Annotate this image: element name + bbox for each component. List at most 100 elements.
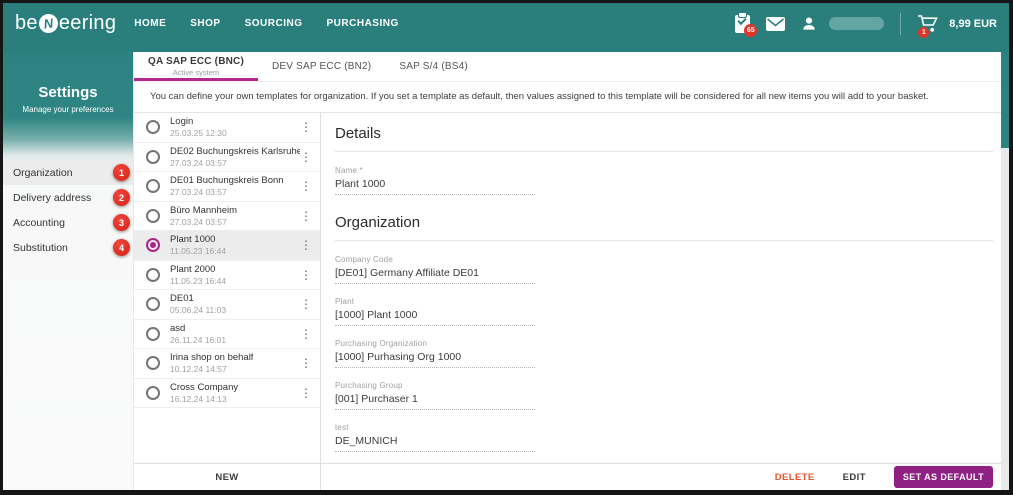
template-name: Login	[170, 116, 194, 128]
template-row-cross-company[interactable]: Cross Company 16.12.24 14:13 ⋮	[134, 379, 320, 408]
settings-sidebar: Settings Manage your preferences Organiz…	[3, 52, 133, 490]
purchasing-group-field[interactable]: Purchasing Group [001] Purchaser 1	[335, 381, 535, 410]
template-row-asd[interactable]: asd 26.11.24 16:01 ⋮	[134, 320, 320, 349]
tasks-button[interactable]: 65	[735, 12, 758, 37]
field-label: Purchasing Group	[335, 381, 403, 390]
tab-label: DEV SAP ECC (BN2)	[271, 61, 372, 72]
tab-label: QA SAP ECC (BNC)	[148, 56, 244, 67]
template-row-de01-bonn[interactable]: DE01 Buchungskreis Bonn 27.03.24 03:57 ⋮	[134, 172, 320, 202]
scrollbar-thumb[interactable]	[1001, 52, 1009, 148]
kebab-menu-icon[interactable]: ⋮	[300, 269, 312, 281]
kebab-menu-icon[interactable]: ⋮	[300, 387, 312, 399]
app-window: be N eering HOME SHOP SOURCING PURCHASIN…	[0, 0, 1013, 495]
sidebar-menu: Organization 1 Delivery address 2 Accoun…	[3, 160, 133, 260]
cart-button[interactable]: 1	[917, 14, 939, 38]
kebab-menu-icon[interactable]: ⋮	[300, 239, 312, 251]
active-tab-indicator	[134, 78, 258, 81]
template-row-plant-1000[interactable]: Plant 1000 11.05.23 16:44 ⋮	[134, 231, 320, 261]
delete-button[interactable]: DELETE	[775, 472, 815, 483]
template-date: 11.05.23 16:44	[170, 246, 227, 257]
template-date: 05.06.24 11:03	[170, 305, 227, 316]
nav-home[interactable]: HOME	[134, 18, 166, 29]
annotation-badge-2: 2	[113, 189, 130, 206]
template-row-de01[interactable]: DE01 05.06.24 11:03 ⋮	[134, 290, 320, 320]
edit-button[interactable]: EDIT	[843, 472, 866, 483]
envelope-icon	[766, 16, 786, 31]
name-field-label: Name *	[335, 166, 363, 175]
radio-unselected[interactable]	[146, 208, 160, 223]
topbar-actions: 65 1 8,99 EUR	[735, 12, 997, 38]
kebab-menu-icon[interactable]: ⋮	[300, 298, 312, 310]
page-scrollbar[interactable]	[1001, 52, 1009, 490]
radio-unselected[interactable]	[146, 267, 160, 282]
field-label: Company Code	[335, 255, 393, 264]
radio-unselected[interactable]	[146, 356, 160, 371]
sidebar-item-substitution[interactable]: Substitution 4	[3, 235, 133, 260]
main-nav: HOME SHOP SOURCING PURCHASING	[134, 18, 398, 29]
tasks-count-badge: 65	[744, 23, 758, 37]
kebab-menu-icon[interactable]: ⋮	[300, 151, 312, 163]
template-name: asd	[170, 322, 186, 334]
sidebar-item-organization[interactable]: Organization 1	[3, 160, 133, 185]
template-name: DE02 Buchungskreis Karlsruhe	[170, 145, 300, 157]
kebab-menu-icon[interactable]: ⋮	[300, 210, 312, 222]
field-label: test	[335, 423, 349, 432]
templates-content: Login 25.03.25 12:30 ⋮ DE02 Buchungskreis…	[134, 113, 1001, 463]
details-action-bar: DELETE EDIT SET AS DEFAULT	[321, 464, 1001, 490]
account-button[interactable]	[801, 16, 817, 32]
plant-field[interactable]: Plant [1000] Plant 1000	[335, 297, 535, 326]
tab-sap-s4-bs4[interactable]: SAP S/4 (BS4)	[385, 52, 482, 81]
purchasing-organization-field[interactable]: Purchasing Organization [1000] Purhasing…	[335, 339, 535, 368]
tab-dev-sap-ecc-bn2[interactable]: DEV SAP ECC (BN2)	[258, 52, 385, 81]
template-name: DE01 Buchungskreis Bonn	[170, 175, 284, 187]
radio-unselected[interactable]	[146, 149, 160, 164]
messages-button[interactable]	[766, 16, 786, 31]
field-value: [DE01] Germany Affiliate DE01	[335, 267, 479, 279]
tab-label: SAP S/4 (BS4)	[399, 61, 468, 72]
kebab-menu-icon[interactable]: ⋮	[300, 328, 312, 340]
template-row-plant-2000[interactable]: Plant 2000 11.05.23 16:44 ⋮	[134, 261, 320, 290]
nav-sourcing[interactable]: SOURCING	[245, 18, 303, 29]
template-details: Details Name * Plant 1000 Organization C…	[321, 113, 1001, 463]
set-as-default-button[interactable]: SET AS DEFAULT	[893, 466, 993, 488]
test-field[interactable]: test DE_MUNICH	[335, 423, 535, 452]
nav-purchasing[interactable]: PURCHASING	[327, 18, 399, 29]
radio-selected[interactable]	[146, 238, 160, 253]
tab-qa-sap-ecc-bnc[interactable]: QA SAP ECC (BNC) Active system	[134, 52, 258, 81]
template-row-irina-shop-on-behalf[interactable]: Irina shop on behalf 10.12.24 14:57 ⋮	[134, 349, 320, 379]
main-panel: QA SAP ECC (BNC) Active system DEV SAP E…	[133, 52, 1001, 490]
template-row-de02-karlsruhe[interactable]: DE02 Buchungskreis Karlsruhe 27.03.24 03:…	[134, 143, 320, 172]
field-value: [001] Purchaser 1	[335, 393, 418, 405]
nav-shop[interactable]: SHOP	[190, 18, 220, 29]
field-label: Plant	[335, 297, 355, 306]
radio-unselected[interactable]	[146, 179, 160, 194]
cart-count-badge: 1	[918, 27, 930, 38]
template-row-buero-mannheim[interactable]: Büro Mannheim 27.03.24 03:57 ⋮	[134, 202, 320, 231]
template-list: Login 25.03.25 12:30 ⋮ DE02 Buchungskreis…	[134, 113, 321, 463]
list-action-bar: NEW	[134, 464, 321, 490]
field-value: DE_MUNICH	[335, 435, 398, 447]
sidebar-item-accounting[interactable]: Accounting 3	[3, 210, 133, 235]
logo[interactable]: be N eering	[15, 12, 116, 35]
cart-total: 8,99 EUR	[949, 17, 997, 30]
radio-unselected[interactable]	[146, 385, 160, 400]
template-name: Büro Mannheim	[170, 204, 238, 216]
kebab-menu-icon[interactable]: ⋮	[300, 121, 312, 133]
radio-unselected[interactable]	[146, 120, 160, 135]
new-button[interactable]: NEW	[215, 472, 238, 483]
radio-unselected[interactable]	[146, 297, 160, 312]
logo-text-pre: be	[15, 12, 38, 34]
company-code-field[interactable]: Company Code [DE01] Germany Affiliate DE…	[335, 255, 535, 284]
template-row-login[interactable]: Login 25.03.25 12:30 ⋮	[134, 113, 320, 143]
name-field[interactable]: Name * Plant 1000	[335, 166, 535, 195]
kebab-menu-icon[interactable]: ⋮	[300, 357, 312, 369]
template-name: Irina shop on behalf	[170, 352, 254, 364]
sidebar-item-delivery-address[interactable]: Delivery address 2	[3, 185, 133, 210]
username-redacted[interactable]	[829, 17, 885, 30]
tab-sublabel: Active system	[172, 68, 220, 77]
template-date: 26.11.24 16:01	[170, 334, 227, 345]
kebab-menu-icon[interactable]: ⋮	[300, 180, 312, 192]
radio-unselected[interactable]	[146, 326, 160, 341]
logo-text-post: eering	[58, 12, 117, 34]
field-label: Purchasing Organization	[335, 339, 428, 348]
